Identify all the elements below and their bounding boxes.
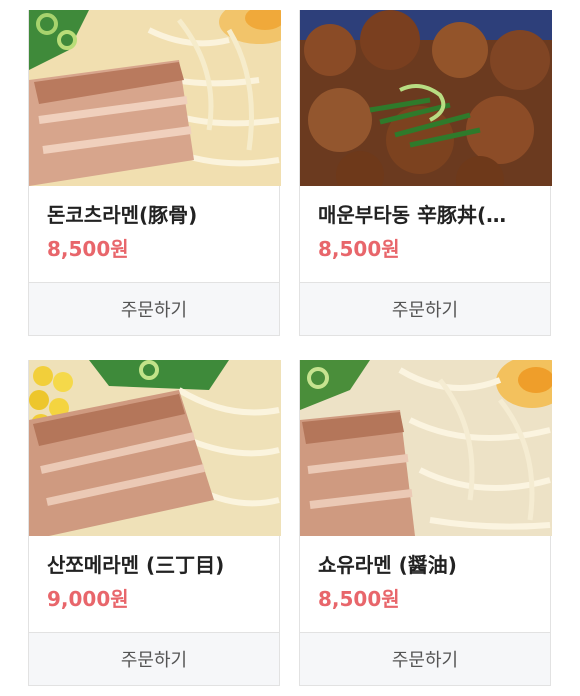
menu-item-name: 돈코츠라멘(豚骨) (47, 203, 198, 227)
spicy-butadon-photo[interactable] (300, 10, 552, 186)
menu-item-price: 8,500원 (318, 587, 400, 611)
menu-card-info: 매운부타동 辛豚丼(… 8,500원 (300, 186, 550, 282)
menu-card[interactable]: 매운부타동 辛豚丼(… 8,500원 주문하기 (299, 10, 552, 336)
order-button[interactable]: 주문하기 (29, 632, 279, 685)
menu-card[interactable]: 돈코츠라멘(豚骨) 8,500원 주문하기 (28, 10, 281, 336)
tonkotsu-ramen-photo[interactable] (29, 10, 281, 186)
order-button[interactable]: 주문하기 (300, 282, 550, 335)
sanchome-ramen-photo[interactable] (29, 360, 281, 536)
menu-card-info: 쇼유라멘 (醤油) 8,500원 (300, 536, 550, 632)
menu-card-info: 돈코츠라멘(豚骨) 8,500원 (29, 186, 279, 282)
menu-item-name: 매운부타동 辛豚丼(… (318, 203, 507, 227)
menu-item-name: 쇼유라멘 (醤油) (318, 553, 457, 577)
menu-item-name: 산쪼메라멘 (三丁目) (47, 553, 225, 577)
menu-card[interactable]: 산쪼메라멘 (三丁目) 9,000원 주문하기 (28, 360, 281, 686)
shoyu-ramen-photo[interactable] (300, 360, 552, 536)
menu-item-price: 8,500원 (47, 237, 129, 261)
menu-item-price: 8,500원 (318, 237, 400, 261)
menu-card[interactable]: 쇼유라멘 (醤油) 8,500원 주문하기 (299, 360, 552, 686)
menu-item-price: 9,000원 (47, 587, 129, 611)
menu-card-info: 산쪼메라멘 (三丁目) 9,000원 (29, 536, 279, 632)
order-button[interactable]: 주문하기 (29, 282, 279, 335)
order-button[interactable]: 주문하기 (300, 632, 550, 685)
